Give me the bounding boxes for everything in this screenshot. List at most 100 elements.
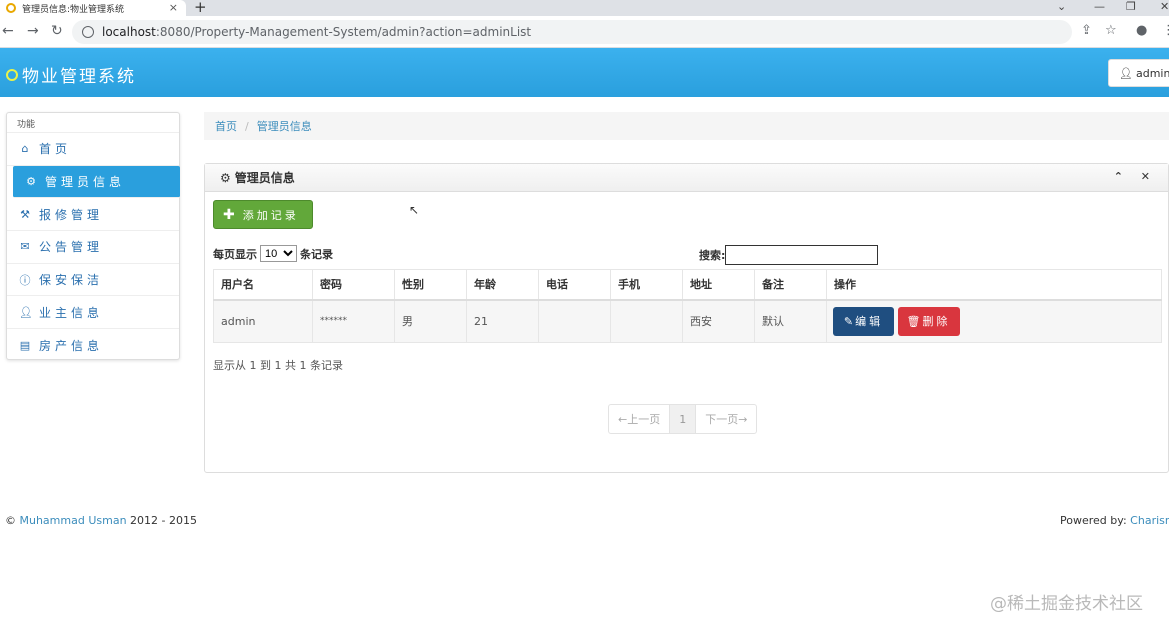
close-panel-icon[interactable]: ✕ bbox=[1141, 170, 1150, 183]
add-record-label: 添加记录 bbox=[242, 208, 299, 222]
table-row: admin ****** 男 21 西安 默认 ✎ 编辑 🗑︎ 删除 bbox=[213, 299, 1162, 343]
minimize-icon[interactable]: — bbox=[1094, 0, 1105, 13]
column-header-mobile[interactable]: 手机 bbox=[610, 269, 683, 301]
footer-copyright: © Muhammad Usman 2012 - 2015 bbox=[5, 514, 197, 527]
gear-icon: ⚙ bbox=[220, 170, 231, 185]
breadcrumb-home-link[interactable]: 首页 bbox=[215, 118, 237, 134]
sidebar-item-label: 保安保洁 bbox=[39, 273, 104, 288]
bookmark-star-icon[interactable]: ☆ bbox=[1105, 23, 1117, 38]
table-info-text: 显示从 1 到 1 共 1 条记录 bbox=[213, 359, 343, 372]
envelope-icon: ✉ bbox=[20, 240, 30, 254]
column-header-address[interactable]: 地址 bbox=[682, 269, 755, 301]
search-input[interactable] bbox=[725, 245, 879, 265]
url-path: :8080/Property-Management-System/admin?a… bbox=[155, 25, 532, 39]
collapse-chevron-up-icon[interactable]: ⌃ bbox=[1114, 170, 1123, 183]
sidebar-item-label: 业主信息 bbox=[39, 305, 104, 320]
new-tab-icon[interactable]: + bbox=[194, 0, 207, 16]
column-header-note[interactable]: 备注 bbox=[754, 269, 827, 301]
cell-address: 西安 bbox=[682, 299, 755, 343]
add-record-button[interactable]: ✚ 添加记录 bbox=[213, 200, 313, 229]
column-header-username[interactable]: 用户名 bbox=[213, 269, 313, 301]
page-size-select[interactable]: 10 bbox=[260, 245, 297, 262]
admin-table: 用户名 密码 性别 年龄 电话 手机 地址 备注 操作 admin ******… bbox=[213, 269, 1162, 343]
sidebar-item-label: 公告管理 bbox=[39, 240, 104, 255]
search-label: 搜索: bbox=[699, 249, 726, 262]
panel-title: 管理员信息 bbox=[234, 171, 295, 185]
info-icon: ⓘ bbox=[19, 273, 31, 287]
pager-current-page[interactable]: 1 bbox=[670, 405, 697, 433]
close-window-icon[interactable]: ✕ bbox=[1160, 0, 1169, 13]
sidebar-item-security-cleaning[interactable]: ⓘ 保安保洁 bbox=[7, 264, 179, 297]
edit-button[interactable]: ✎ 编辑 bbox=[833, 306, 894, 336]
restore-icon[interactable]: ❐ bbox=[1126, 0, 1136, 13]
cell-phone bbox=[538, 299, 611, 343]
search-control: 搜索: bbox=[699, 245, 879, 265]
page-size-prefix: 每页显示 bbox=[213, 247, 257, 261]
pager-next-button[interactable]: 下一页→ bbox=[696, 405, 756, 433]
author-link[interactable]: Muhammad Usman bbox=[20, 514, 127, 527]
sidebar-item-owner-info[interactable]: 👤︎ 业主信息 bbox=[7, 296, 179, 330]
user-name: admin bbox=[1135, 66, 1169, 80]
forward-icon[interactable]: → bbox=[27, 23, 39, 39]
brand-logo-icon bbox=[6, 68, 18, 81]
sidebar-item-notice[interactable]: ✉ 公告管理 bbox=[7, 231, 179, 264]
sidebar-item-property-info[interactable]: ▤ 房产信息 bbox=[7, 329, 179, 362]
profile-icon[interactable]: ● bbox=[1136, 23, 1147, 38]
wrench-icon: ⚒ bbox=[20, 207, 30, 221]
trash-icon: 🗑︎ bbox=[906, 314, 921, 328]
powered-by-label: Powered by: bbox=[1060, 514, 1127, 527]
url-field[interactable]: localhost:8080/Property-Management-Syste… bbox=[72, 20, 1072, 44]
brand-title: 物业管理系统 bbox=[22, 67, 136, 87]
edit-button-label: 编辑 bbox=[855, 315, 884, 329]
back-icon[interactable]: ← bbox=[2, 23, 14, 39]
powered-by-link[interactable]: Charisma bbox=[1130, 514, 1169, 527]
address-bar-row: ← → ↻ localhost:8080/Property-Management… bbox=[0, 16, 1169, 48]
sidebar: 功能 ⌂ 首页 ⚙ 管理员信息 ⚒ 报修管理 ✉ 公告管理 ⓘ 保安保洁 👤︎ … bbox=[6, 112, 180, 360]
brand[interactable]: 物业管理系统 bbox=[6, 62, 136, 87]
column-header-gender[interactable]: 性别 bbox=[394, 269, 467, 301]
mouse-cursor-icon: ↖ bbox=[409, 203, 420, 217]
column-header-age[interactable]: 年龄 bbox=[466, 269, 539, 301]
cell-gender: 男 bbox=[394, 299, 467, 343]
admin-info-panel: ⚙ 管理员信息 ⌃ ✕ ✚ 添加记录 每页显示 10 条记录 搜索: 用户名 密… bbox=[204, 163, 1169, 473]
column-header-password[interactable]: 密码 bbox=[312, 269, 395, 301]
url-host: localhost bbox=[102, 25, 156, 39]
user-icon: 👤︎ bbox=[1119, 66, 1133, 80]
user-menu-button[interactable]: 👤︎ admin ▾ bbox=[1108, 59, 1169, 87]
sidebar-item-repair[interactable]: ⚒ 报修管理 bbox=[7, 198, 179, 232]
app-header: 物业管理系统 👤︎ admin ▾ bbox=[0, 48, 1169, 97]
sidebar-item-home[interactable]: ⌂ 首页 bbox=[7, 133, 179, 166]
breadcrumb-separator: / bbox=[245, 119, 249, 133]
page-size-suffix: 条记录 bbox=[300, 247, 333, 261]
menu-dots-icon[interactable]: ⋮ bbox=[1162, 23, 1169, 38]
home-icon: ⌂ bbox=[21, 142, 29, 156]
delete-button[interactable]: 🗑︎ 删除 bbox=[897, 306, 960, 336]
pager-previous-button[interactable]: ←上一页 bbox=[609, 405, 671, 433]
copyright-symbol: © bbox=[5, 514, 16, 527]
sidebar-heading: 功能 bbox=[7, 113, 179, 133]
cell-mobile bbox=[610, 299, 683, 343]
breadcrumb-current-link[interactable]: 管理员信息 bbox=[257, 118, 312, 134]
site-info-icon[interactable] bbox=[82, 26, 94, 38]
cell-age: 21 bbox=[466, 299, 539, 343]
cell-note: 默认 bbox=[754, 299, 827, 343]
share-icon[interactable]: ⇪ bbox=[1081, 23, 1092, 38]
edit-icon: ✎ bbox=[843, 314, 854, 328]
cell-actions: ✎ 编辑 🗑︎ 删除 bbox=[826, 299, 1162, 343]
user-icon: 👤︎ bbox=[19, 305, 33, 319]
sidebar-item-label: 管理员信息 bbox=[45, 175, 126, 190]
book-icon: ▤ bbox=[19, 338, 31, 352]
reload-icon[interactable]: ↻ bbox=[51, 23, 63, 39]
panel-header: ⚙ 管理员信息 ⌃ ✕ bbox=[205, 164, 1168, 192]
page-size-control: 每页显示 10 条记录 bbox=[213, 245, 333, 262]
browser-tab[interactable]: 管理员信息:物业管理系统 × bbox=[0, 0, 186, 16]
sidebar-item-admin-info[interactable]: ⚙ 管理员信息 bbox=[13, 165, 180, 199]
tab-favicon-icon bbox=[6, 3, 16, 13]
panel-tools: ⌃ ✕ bbox=[1100, 170, 1150, 183]
sidebar-item-label: 报修管理 bbox=[39, 207, 104, 222]
column-header-actions: 操作 bbox=[826, 269, 1162, 301]
sidebar-item-label: 首页 bbox=[39, 142, 72, 157]
column-header-phone[interactable]: 电话 bbox=[538, 269, 611, 301]
tab-close-icon[interactable]: × bbox=[169, 1, 178, 14]
tab-search-chevron-icon[interactable]: ⌄ bbox=[1057, 0, 1066, 13]
